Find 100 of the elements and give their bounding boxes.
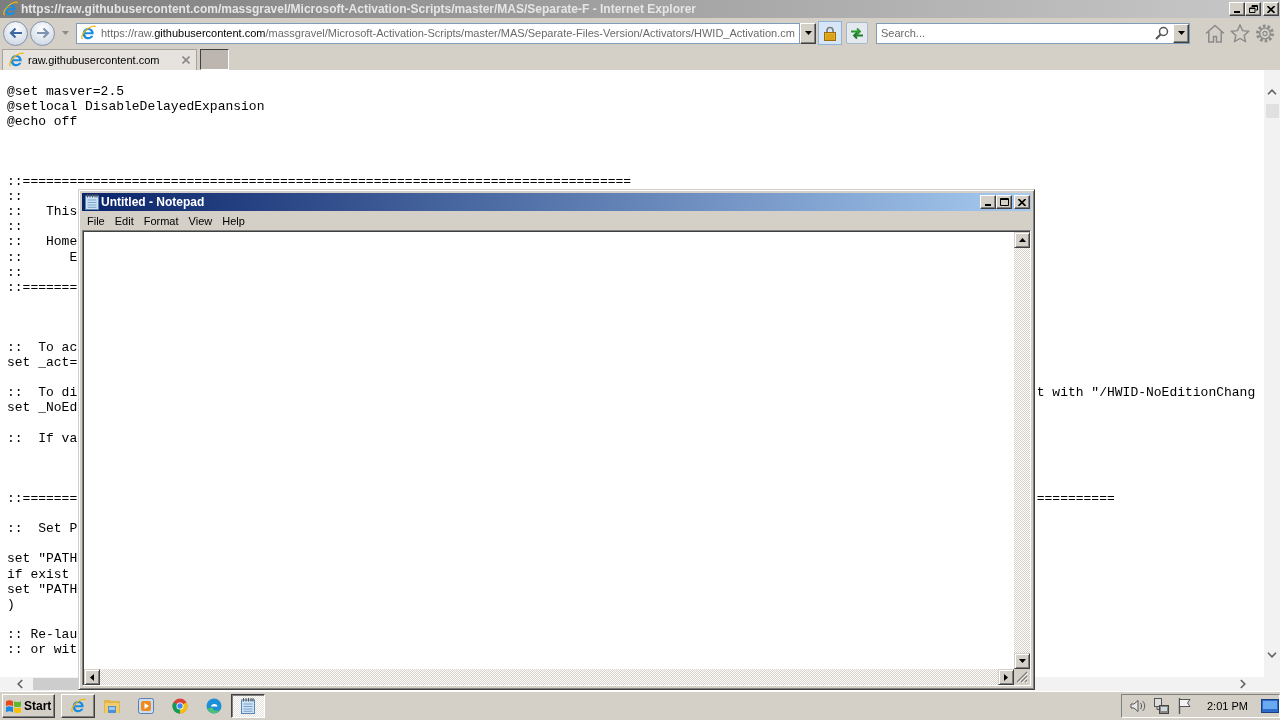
close-icon	[1018, 198, 1026, 206]
horizontal-scrollbar[interactable]	[84, 669, 1014, 685]
minimize-icon	[985, 203, 991, 206]
home-icon	[1204, 23, 1225, 43]
settings-icon	[1254, 23, 1275, 43]
restore-button[interactable]	[1245, 2, 1261, 16]
right-arrow-icon	[1004, 673, 1008, 681]
code-line: ::==============================================================================	[7, 174, 632, 190]
scroll-up-button[interactable]	[1014, 232, 1030, 248]
chevron-left-icon[interactable]	[17, 679, 23, 689]
code-line: :: E	[7, 249, 78, 265]
window-title: Untitled - Notepad	[101, 195, 205, 209]
resize-grip-icon[interactable]	[1016, 671, 1028, 683]
vertical-scrollbar[interactable]	[1264, 70, 1280, 691]
search-icon[interactable]	[1155, 26, 1169, 40]
code-line: :: Set P	[7, 521, 78, 537]
code-line: set _NoEd	[7, 400, 78, 416]
notepad-icon	[85, 194, 99, 210]
code-line: @setlocal DisableDelayedExpansion	[7, 98, 265, 114]
forward-button[interactable]	[30, 20, 55, 46]
taskbar-button[interactable]	[231, 694, 265, 718]
code-line: t with "/HWID-NoEditionChang	[1036, 385, 1256, 401]
maximize-icon	[999, 198, 1009, 206]
flag-icon[interactable]	[1178, 698, 1192, 714]
menu-item[interactable]: Edit	[109, 212, 139, 229]
menu-item[interactable]: Help	[217, 212, 250, 229]
dropdown-button[interactable]	[800, 22, 816, 44]
internet-explorer-icon	[8, 52, 24, 68]
close-icon	[1267, 5, 1275, 13]
close-button[interactable]	[1014, 195, 1030, 209]
minimize-button[interactable]	[980, 195, 996, 209]
restore-icon	[1248, 5, 1258, 13]
menu-item[interactable]: View	[183, 212, 218, 229]
code-line: :: Re-lau	[7, 626, 78, 642]
clock[interactable]: 2:01 PM	[1207, 700, 1248, 712]
start-button[interactable]: Start	[2, 694, 55, 718]
code-line: if exist	[7, 566, 70, 582]
scrollbar-thumb[interactable]	[1265, 104, 1279, 118]
security-button[interactable]	[818, 21, 842, 45]
down-arrow-icon	[1018, 659, 1026, 663]
chrome-icon	[172, 698, 188, 714]
code-line: :: To ac	[7, 340, 78, 356]
notepad-icon	[240, 698, 256, 714]
close-button[interactable]	[1263, 2, 1279, 16]
vertical-scrollbar[interactable]	[1014, 232, 1030, 669]
caret-icon	[804, 31, 812, 35]
menu-item[interactable]: Format	[138, 212, 184, 229]
monitor-icon[interactable]	[1261, 699, 1279, 713]
speaker-icon[interactable]	[1130, 698, 1146, 714]
minimize-icon	[1234, 10, 1240, 13]
refresh-button[interactable]	[846, 22, 868, 44]
right-arrow-icon	[35, 27, 50, 39]
browser-tab[interactable]: raw.githubusercontent.com	[2, 49, 197, 70]
code-line: ==========	[1036, 491, 1115, 507]
folder-icon	[104, 698, 120, 714]
star-icon	[1229, 23, 1250, 43]
horizontal-scrollbar[interactable]	[0, 677, 78, 691]
left-arrow-icon	[90, 673, 94, 681]
edge-icon	[206, 698, 222, 714]
window-title: https://raw.githubusercontent.com/massgravel/Microsoft-Activation-Scripts/master/MAS/Separate-F - Internet Explorer	[21, 2, 697, 16]
dropdown-button[interactable]	[1173, 23, 1189, 43]
play-icon	[138, 698, 154, 714]
scroll-right-button[interactable]	[998, 669, 1014, 685]
chevron-right-icon[interactable]	[1240, 679, 1246, 689]
network-icon[interactable]	[1153, 698, 1169, 714]
padlock-icon	[824, 25, 836, 41]
scrollbar-track[interactable]	[1035, 677, 1264, 691]
code-line: set "PATH	[7, 551, 78, 567]
windows-flag-icon	[6, 698, 22, 714]
maximize-button[interactable]	[996, 195, 1012, 209]
refresh-icon	[850, 26, 864, 40]
close-icon[interactable]	[182, 56, 190, 64]
chevron-down-icon[interactable]	[1267, 652, 1277, 658]
internet-explorer-icon	[2, 1, 18, 17]
scrollbar-thumb[interactable]	[33, 678, 78, 690]
up-arrow-icon	[1018, 238, 1026, 242]
code-line: set "PATH	[7, 581, 78, 597]
internet-explorer-icon	[70, 698, 86, 714]
code-line: ::=======	[7, 491, 78, 507]
back-button[interactable]	[3, 20, 28, 46]
code-line: :: This	[7, 204, 78, 220]
code-line: :: If va	[7, 430, 78, 446]
new-tab-button[interactable]	[200, 49, 229, 70]
search-field[interactable]: Search...	[876, 22, 1190, 44]
minimize-button[interactable]	[1229, 2, 1245, 16]
chevron-up-icon[interactable]	[1267, 89, 1277, 95]
scroll-left-button[interactable]	[84, 669, 100, 685]
caret-icon	[1177, 31, 1185, 35]
code-line: ::=======	[7, 279, 78, 295]
code-line: set _act=	[7, 355, 78, 371]
menu-item[interactable]: File	[82, 212, 110, 229]
code-line: :: To di	[7, 385, 78, 401]
code-line: :: Home	[7, 234, 78, 250]
address-field[interactable]: https://raw.githubusercontent.com/massgravel/Microsoft-Activation-Scripts/master/MAS/Separate-Files-Version/Activators/HWID_Activation.cm	[76, 22, 800, 44]
code-line: @echo off	[7, 113, 78, 129]
scroll-down-button[interactable]	[1014, 653, 1030, 669]
code-line: @set masver=2.5	[7, 83, 125, 99]
left-arrow-icon	[8, 27, 23, 39]
code-line: )	[7, 596, 15, 612]
code-line: ::	[7, 189, 23, 205]
